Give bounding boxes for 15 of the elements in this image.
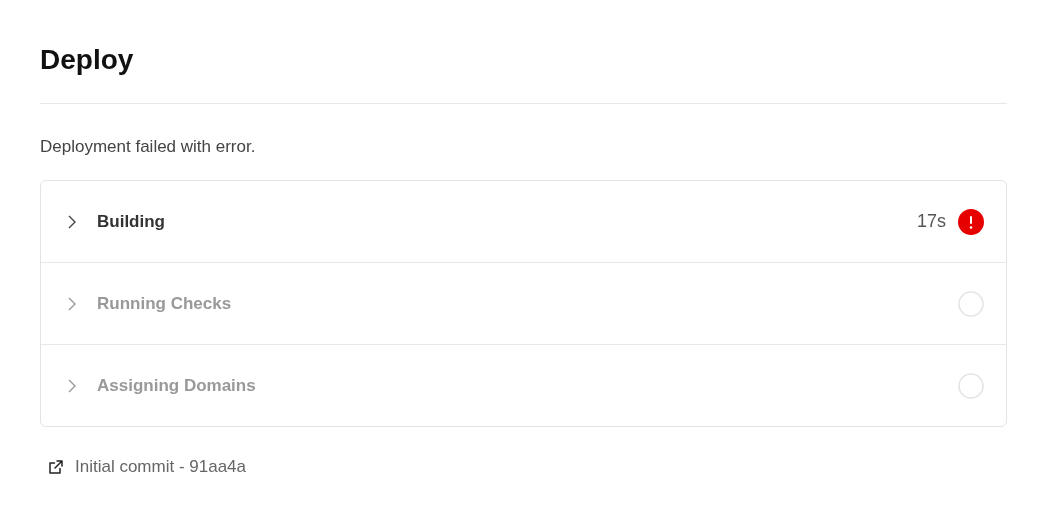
pending-circle-icon (958, 290, 984, 317)
status-message: Deployment failed with error. (40, 136, 257, 158)
step-duration: 17s (916, 211, 946, 232)
step-label: Building (97, 211, 165, 232)
chevron-right-icon (67, 295, 77, 312)
chevron-right-icon (67, 213, 77, 230)
pending-circle-icon (958, 372, 984, 399)
step-row[interactable]: Building 17s (41, 181, 1006, 262)
error-icon (958, 208, 984, 235)
step-label: Running Checks (97, 293, 232, 314)
chevron-right-icon (67, 377, 77, 394)
commit-link[interactable]: Initial commit - 91aa4a (48, 457, 247, 477)
external-link-icon (48, 459, 64, 475)
page-title: Deploy (40, 43, 135, 77)
step-label: Assigning Domains (97, 375, 256, 396)
